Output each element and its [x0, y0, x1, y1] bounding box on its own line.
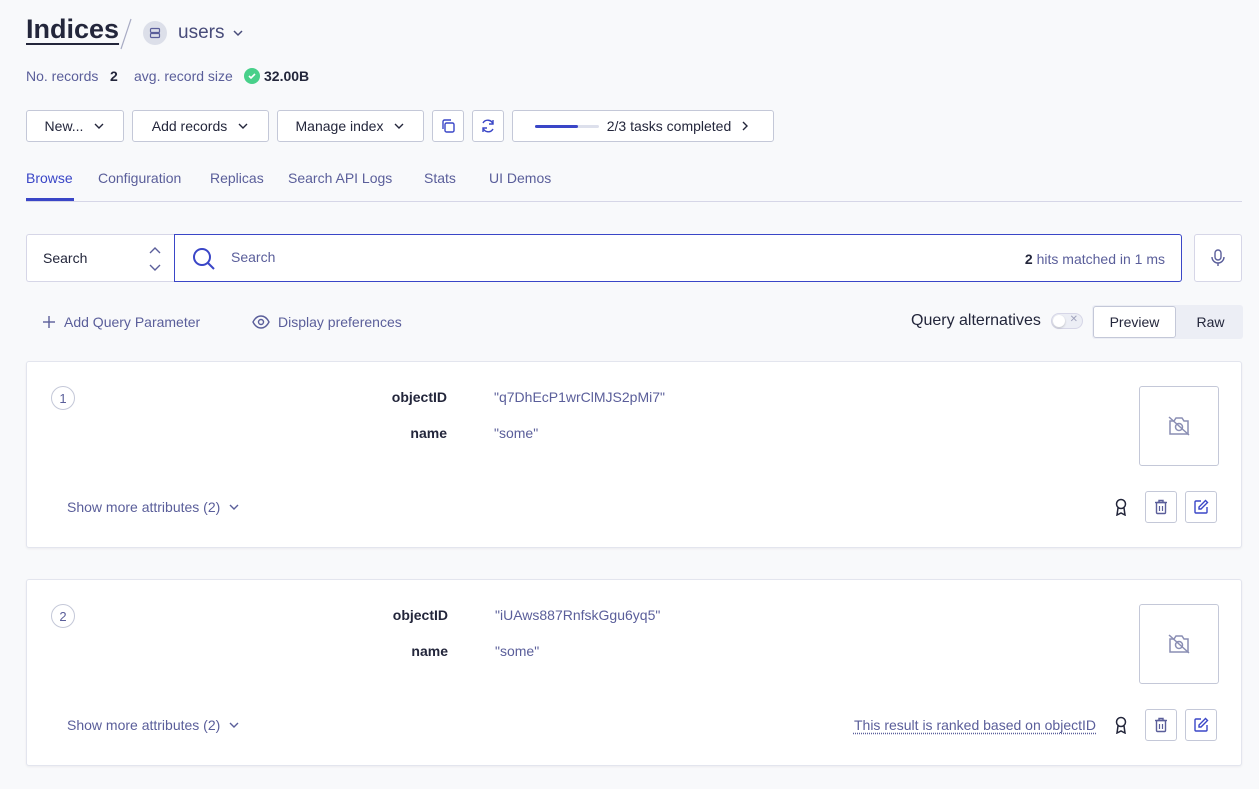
attribute-value: "some"	[494, 425, 539, 441]
award-icon[interactable]	[1113, 716, 1129, 734]
attribute-value: "iUAws887RnfskGgu6yq5"	[495, 607, 661, 623]
raw-button[interactable]: Raw	[1178, 305, 1243, 339]
camera-off-icon	[1168, 416, 1190, 436]
delete-record-button[interactable]	[1145, 709, 1177, 741]
add-query-parameter-button[interactable]: Add Query Parameter	[42, 314, 200, 330]
refresh-button[interactable]	[472, 110, 504, 142]
breadcrumb-separator	[120, 18, 132, 50]
search-mode-label: Search	[43, 250, 88, 266]
manage-index-button[interactable]: Manage index	[277, 110, 424, 142]
edit-icon	[1194, 499, 1209, 514]
manage-index-label: Manage index	[295, 118, 384, 134]
chevron-down-icon	[229, 504, 239, 510]
voice-search-button[interactable]	[1194, 234, 1242, 282]
hits-text: hits matched in 1 ms	[1036, 251, 1165, 267]
plus-icon	[43, 316, 55, 328]
active-tab-indicator	[26, 198, 74, 201]
hits-count: 2	[1024, 251, 1033, 267]
chevron-down-icon[interactable]	[232, 27, 244, 39]
record-card: 1 objectID "q7DhEcP1wrClMJS2pMi7" name "…	[26, 361, 1242, 548]
search-input[interactable]	[231, 249, 931, 265]
tab-ui-demos[interactable]: UI Demos	[489, 170, 551, 186]
attribute-value: "q7DhEcP1wrClMJS2pMi7"	[494, 389, 665, 405]
size-value: 32.00B	[264, 68, 310, 84]
record-card: 2 objectID "iUAws887RnfskGgu6yq5" name "…	[26, 579, 1242, 766]
chevron-right-icon	[742, 121, 749, 131]
tab-replicas[interactable]: Replicas	[210, 170, 264, 186]
tab-search-api-logs[interactable]: Search API Logs	[288, 170, 392, 186]
database-icon	[143, 21, 167, 45]
edit-record-button[interactable]	[1185, 491, 1217, 523]
edit-record-button[interactable]	[1185, 709, 1217, 741]
check-icon	[244, 68, 260, 84]
view-mode-switch: Preview Raw	[1092, 305, 1243, 339]
eye-icon	[252, 315, 270, 329]
hits-summary: 2 hits matched in 1 ms	[1025, 251, 1165, 267]
tabs-divider	[26, 201, 1242, 202]
tab-browse[interactable]: Browse	[26, 170, 73, 186]
display-preferences-button[interactable]: Display preferences	[252, 314, 402, 330]
chevron-down-icon	[229, 722, 239, 728]
show-more-label: Show more attributes (2)	[67, 499, 221, 515]
ranking-explanation-link[interactable]: This result is ranked based on objectID	[854, 717, 1096, 733]
rank-badge: 2	[51, 604, 75, 628]
add-query-parameter-label: Add Query Parameter	[64, 314, 201, 330]
camera-off-icon	[1168, 634, 1190, 654]
refresh-icon	[482, 119, 494, 133]
delete-record-button[interactable]	[1145, 491, 1177, 523]
search-box[interactable]: 2 hits matched in 1 ms	[174, 234, 1182, 282]
copy-icon	[442, 119, 455, 133]
copy-button[interactable]	[432, 110, 464, 142]
records-value: 2	[110, 68, 118, 84]
toggle-knob	[1053, 315, 1065, 327]
search-mode-select[interactable]: Search	[26, 234, 175, 282]
award-icon[interactable]	[1113, 498, 1129, 516]
index-selector[interactable]: users	[178, 22, 224, 44]
attribute-key: name	[411, 643, 448, 659]
records-label: No. records	[26, 68, 99, 84]
add-records-button[interactable]: Add records	[132, 110, 269, 142]
tab-stats[interactable]: Stats	[424, 170, 456, 186]
image-placeholder	[1139, 386, 1219, 466]
tasks-progress-fill	[534, 124, 578, 128]
tasks-label: 2/3 tasks completed	[606, 118, 732, 134]
edit-icon	[1194, 717, 1209, 732]
query-alternatives-toggle[interactable]: ✕	[1051, 313, 1083, 329]
tasks-progress-button[interactable]: 2/3 tasks completed	[512, 110, 774, 142]
tab-configuration[interactable]: Configuration	[98, 170, 181, 186]
trash-icon	[1155, 717, 1167, 733]
new-button[interactable]: New...	[26, 110, 124, 142]
size-label: avg. record size	[134, 68, 233, 84]
display-preferences-label: Display preferences	[278, 314, 402, 330]
attribute-key: name	[410, 425, 447, 441]
preview-button[interactable]: Preview	[1093, 306, 1176, 338]
chevron-down-icon	[238, 123, 248, 129]
show-more-attributes-button[interactable]: Show more attributes (2)	[67, 499, 240, 515]
chevron-down-icon	[394, 123, 404, 129]
search-icon	[193, 248, 215, 270]
page-title[interactable]: Indices	[26, 14, 119, 45]
query-alternatives-label: Query alternatives	[911, 312, 1041, 329]
chevron-down-icon	[94, 123, 104, 129]
show-more-label: Show more attributes (2)	[67, 717, 221, 733]
attribute-key: objectID	[391, 389, 447, 405]
add-records-label: Add records	[151, 118, 228, 134]
rank-badge: 1	[51, 386, 75, 410]
sort-arrows-icon	[149, 247, 161, 271]
show-more-attributes-button[interactable]: Show more attributes (2)	[67, 717, 240, 733]
microphone-icon	[1211, 249, 1225, 266]
close-icon: ✕	[1069, 314, 1078, 325]
attribute-value: "some"	[495, 643, 540, 659]
image-placeholder	[1139, 604, 1219, 684]
new-button-label: New...	[44, 118, 84, 134]
attribute-key: objectID	[392, 607, 448, 623]
trash-icon	[1155, 499, 1167, 515]
tasks-progress-bar	[534, 124, 599, 128]
